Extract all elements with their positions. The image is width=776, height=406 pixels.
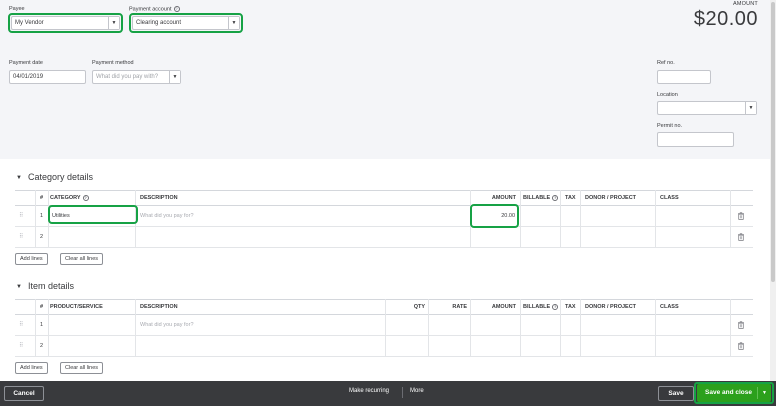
col-category: CATEGORY? xyxy=(50,194,89,201)
caret-down-icon: ▼ xyxy=(16,283,22,290)
payment-date-label: Payment date xyxy=(9,60,43,66)
row-number: 1 xyxy=(40,213,44,219)
trash-icon[interactable] xyxy=(738,233,744,241)
description-cell[interactable]: What did you pay for? xyxy=(140,315,194,335)
page-scrollbar[interactable] xyxy=(770,0,776,381)
question-circle-icon[interactable]: ? xyxy=(82,194,89,201)
more-link[interactable]: More xyxy=(410,388,424,394)
col-number: # xyxy=(40,304,44,310)
table-row[interactable]: ⠿ 1 What did you pay for? xyxy=(15,315,753,336)
footer-bar: Cancel Make recurring More Save xyxy=(0,381,776,406)
clear-all-lines-button[interactable]: Clear all lines xyxy=(60,253,104,265)
save-button[interactable]: Save xyxy=(658,386,694,401)
description-cell[interactable]: What did you pay for? xyxy=(140,206,194,226)
payee-highlight xyxy=(8,13,123,33)
col-rate: RATE xyxy=(452,304,467,310)
caret-down-icon: ▼ xyxy=(16,174,22,181)
drag-handle-icon[interactable]: ⠿ xyxy=(19,234,25,240)
payment-method-select[interactable]: What did you pay with? ▼ xyxy=(92,70,181,84)
chevron-down-icon[interactable]: ▼ xyxy=(169,71,180,83)
make-recurring-link[interactable]: Make recurring xyxy=(349,388,389,394)
col-billable: BILLABLE? xyxy=(523,194,559,201)
col-class: CLASS xyxy=(660,304,679,310)
table-header: # CATEGORY? DESCRIPTION AMOUNT BILLABLE?… xyxy=(15,190,753,206)
permit-no-label: Permit no. xyxy=(657,123,683,129)
payment-date-value: 04/01/2019 xyxy=(13,74,44,80)
ref-no-label: Ref no. xyxy=(657,60,675,66)
col-product-service: PRODUCT/SERVICE xyxy=(50,304,103,310)
payment-account-label: Payment account? xyxy=(129,6,180,13)
category-highlight xyxy=(48,205,138,224)
cancel-button[interactable]: Cancel xyxy=(4,386,44,401)
transaction-header: Payee My Vendor ▼ Payment account? Clear… xyxy=(0,0,776,159)
row-number: 1 xyxy=(40,322,44,328)
total-amount: $20.00 xyxy=(693,8,758,30)
payment-method-label: Payment method xyxy=(92,60,134,66)
question-circle-icon[interactable]: ? xyxy=(552,194,559,201)
save-and-close-highlight xyxy=(694,382,774,404)
footer-divider xyxy=(402,387,403,398)
trash-icon[interactable] xyxy=(738,342,744,350)
trash-icon[interactable] xyxy=(738,321,744,329)
location-select[interactable]: ▼ xyxy=(657,101,757,115)
payee-label: Payee xyxy=(9,6,25,12)
payment-date-input[interactable]: 04/01/2019 xyxy=(9,70,86,84)
col-class: CLASS xyxy=(660,195,679,201)
ref-no-input[interactable] xyxy=(657,70,711,84)
row-number: 2 xyxy=(40,234,44,240)
col-donor-project: DONOR / PROJECT xyxy=(585,304,637,310)
question-circle-icon[interactable]: ? xyxy=(552,303,559,310)
col-billable: BILLABLE? xyxy=(523,303,559,310)
category-details-toggle[interactable]: ▼ Category details xyxy=(16,172,93,182)
row-number: 2 xyxy=(40,343,44,349)
col-description: DESCRIPTION xyxy=(140,304,178,310)
drag-handle-icon[interactable]: ⠿ xyxy=(19,213,25,219)
payment-method-placeholder: What did you pay with? xyxy=(96,74,159,80)
trash-icon[interactable] xyxy=(738,212,744,220)
col-amount: AMOUNT xyxy=(491,195,516,201)
clear-all-lines-button[interactable]: Clear all lines xyxy=(60,362,104,374)
table-row[interactable]: ⠿ 2 xyxy=(15,227,753,248)
item-details-title: Item details xyxy=(27,281,74,291)
add-lines-button[interactable]: Add lines xyxy=(15,362,48,374)
col-donor-project: DONOR / PROJECT xyxy=(585,195,637,201)
col-tax: TAX xyxy=(565,304,576,310)
payment-account-highlight xyxy=(129,13,243,33)
col-tax: TAX xyxy=(565,195,576,201)
amount-cell[interactable] xyxy=(473,227,515,247)
item-details-toggle[interactable]: ▼ Item details xyxy=(16,281,74,291)
drag-handle-icon[interactable]: ⠿ xyxy=(19,343,25,349)
col-amount: AMOUNT xyxy=(491,304,516,310)
amount-label: AMOUNT xyxy=(732,1,758,7)
permit-no-input[interactable] xyxy=(657,132,734,147)
location-label: Location xyxy=(657,92,678,98)
scrollbar-thumb[interactable] xyxy=(771,2,775,282)
amount-highlight xyxy=(470,204,519,228)
drag-handle-icon[interactable]: ⠿ xyxy=(19,322,25,328)
col-description: DESCRIPTION xyxy=(140,195,178,201)
category-details-title: Category details xyxy=(27,172,93,182)
table-row[interactable]: ⠿ 2 xyxy=(15,336,753,357)
question-circle-icon[interactable]: ? xyxy=(173,6,180,12)
col-qty: QTY xyxy=(413,304,425,310)
chevron-down-icon[interactable]: ▼ xyxy=(745,102,756,114)
add-lines-button[interactable]: Add lines xyxy=(15,253,48,265)
col-number: # xyxy=(40,195,44,201)
table-header: # PRODUCT/SERVICE DESCRIPTION QTY RATE A… xyxy=(15,299,753,315)
